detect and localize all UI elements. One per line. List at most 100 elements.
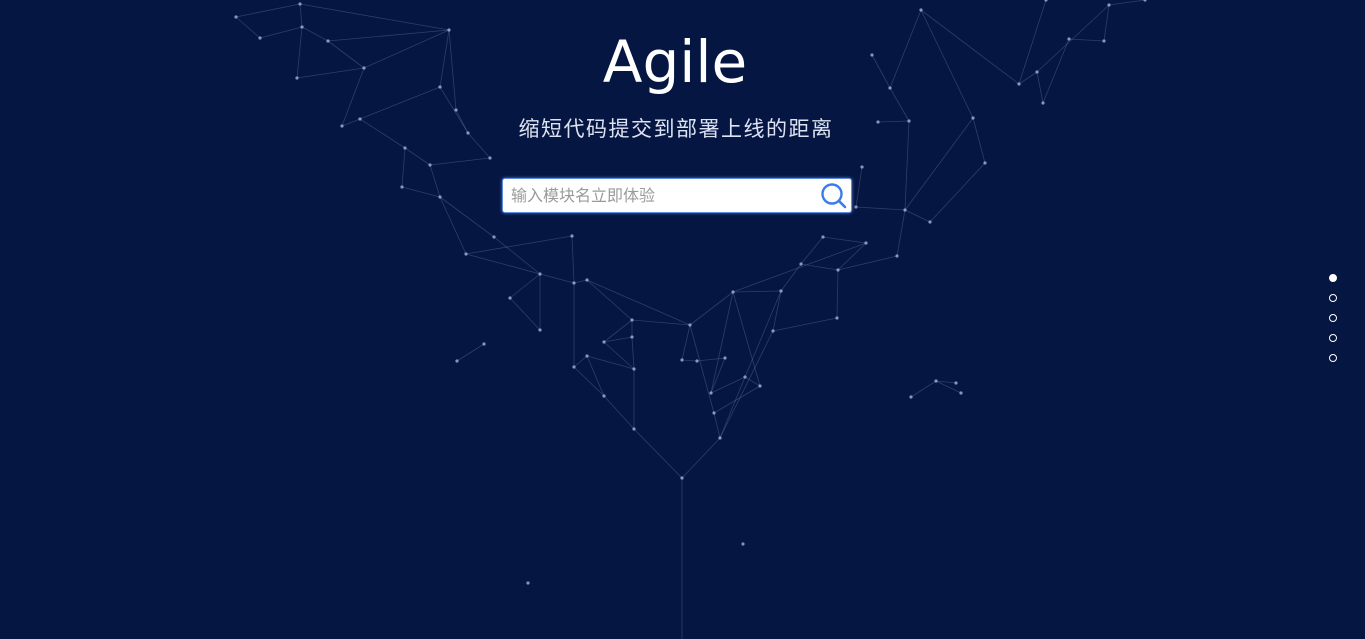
network-line [573, 366, 605, 397]
network-node [928, 220, 932, 224]
network-node [492, 235, 496, 239]
network-node [919, 8, 923, 12]
network-node [709, 391, 713, 395]
search-button[interactable] [819, 181, 849, 210]
network-node [572, 365, 576, 369]
network-line [439, 196, 495, 238]
network-node [718, 436, 722, 440]
search-icon [821, 183, 847, 209]
network-node [572, 281, 576, 285]
network-line [772, 290, 782, 332]
network-line [681, 359, 698, 362]
network-line [732, 242, 867, 293]
section-dot-4[interactable] [1329, 334, 1337, 342]
network-node [895, 254, 899, 258]
network-node [538, 328, 542, 332]
network-line [689, 324, 715, 414]
network-line [904, 209, 931, 223]
section-dot-1[interactable] [1329, 274, 1337, 282]
network-node [799, 262, 803, 266]
network-node [438, 195, 442, 199]
network-line [710, 291, 734, 394]
network-line [713, 385, 761, 414]
network-node [526, 581, 530, 585]
network-line [696, 357, 726, 362]
network-line [1108, 0, 1146, 6]
network-node [835, 316, 839, 320]
network-line [603, 336, 633, 343]
network-node [585, 354, 589, 358]
network-line [429, 164, 441, 198]
network-node [403, 146, 407, 150]
search-input[interactable] [503, 179, 813, 212]
network-line [573, 355, 588, 368]
network-node [455, 359, 459, 363]
network-node [602, 394, 606, 398]
network-line [896, 209, 906, 257]
section-dot-3[interactable] [1329, 314, 1337, 322]
network-node [954, 381, 958, 385]
network-node [482, 342, 486, 346]
network-node [934, 379, 938, 383]
page-title: Agile [602, 28, 748, 96]
network-node [630, 318, 634, 322]
network-line [539, 273, 575, 284]
network-line [910, 380, 937, 398]
network-line [719, 330, 774, 439]
network-node [688, 323, 692, 327]
network-node [909, 395, 913, 399]
network-node [741, 542, 745, 546]
network-line [713, 412, 721, 439]
network-node [454, 108, 458, 112]
network-node [680, 358, 684, 362]
network-node [630, 335, 634, 339]
network-line [509, 297, 541, 331]
network-line [571, 235, 575, 284]
network-node [695, 359, 699, 363]
network-line [836, 269, 839, 319]
network-node [234, 15, 238, 19]
network-node [602, 340, 606, 344]
network-node [779, 289, 783, 293]
network-node [428, 163, 432, 167]
network-node [983, 161, 987, 165]
network-node [570, 234, 574, 238]
network-line [631, 319, 691, 326]
network-node [836, 268, 840, 272]
network-node [538, 272, 542, 276]
network-line [822, 236, 867, 244]
section-dot-5[interactable] [1329, 354, 1337, 362]
network-node [903, 208, 907, 212]
network-line [732, 291, 761, 387]
network-line [299, 3, 303, 28]
network-line [631, 336, 635, 370]
network-line [401, 186, 441, 198]
section-pagination [1329, 274, 1341, 374]
network-node [1044, 0, 1048, 2]
network-line [586, 279, 633, 321]
hero-section: Agile 缩短代码提交到部署上线的距离 [0, 0, 1365, 639]
network-node [508, 296, 512, 300]
network-line [603, 319, 633, 343]
network-node [712, 411, 716, 415]
network-line [681, 437, 721, 479]
section-dot-2[interactable] [1329, 294, 1337, 302]
network-line [465, 235, 573, 255]
network-node [771, 329, 775, 333]
network-line [573, 279, 588, 284]
network-line [633, 428, 683, 479]
network-node [821, 235, 825, 239]
network-line [456, 343, 485, 362]
network-line [837, 242, 867, 271]
network-node [464, 252, 468, 256]
page-subtitle: 缩短代码提交到部署上线的距离 [518, 117, 834, 141]
network-node [758, 384, 762, 388]
network-node [400, 185, 404, 189]
network-node [298, 2, 302, 6]
network-node [1041, 101, 1045, 105]
network-node [1143, 0, 1147, 2]
network-node [680, 476, 684, 480]
network-line [732, 290, 782, 293]
network-line [401, 147, 406, 188]
network-line [439, 196, 467, 255]
